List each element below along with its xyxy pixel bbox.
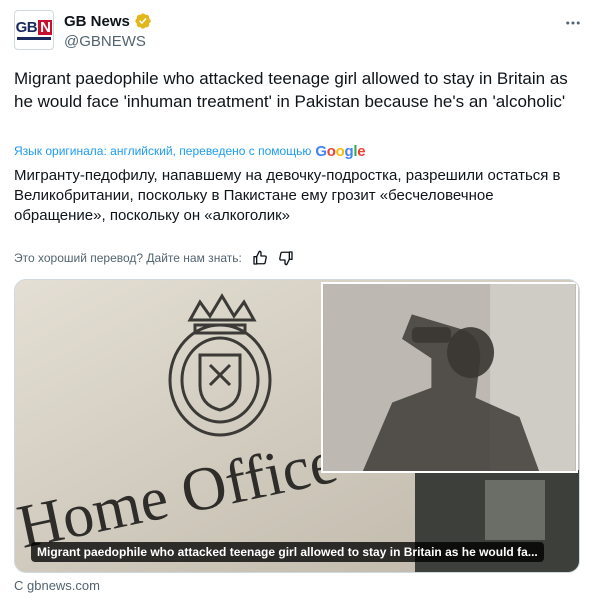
logo-text-gb: GB xyxy=(15,19,38,36)
silhouette-inset-image xyxy=(321,282,578,473)
thumbs-down-icon[interactable] xyxy=(278,250,294,266)
image-caption: Migrant paedophile who attacked teenage … xyxy=(31,542,544,562)
link-source[interactable]: С gbnews.com xyxy=(14,578,100,593)
article-image-card[interactable]: Home Office Migrant paedophile who attac… xyxy=(14,279,580,573)
gb-news-logo: GB N xyxy=(15,16,53,44)
logo-strip xyxy=(17,37,51,40)
google-letter: G xyxy=(315,142,327,160)
google-letter: e xyxy=(357,142,366,160)
verified-badge-icon xyxy=(135,13,151,29)
avatar[interactable]: GB N xyxy=(14,10,54,50)
display-name[interactable]: GB News xyxy=(64,13,130,30)
translation-note-label: Язык оригинала: английский, переведено с… xyxy=(14,144,312,158)
handle[interactable]: @GBNEWS xyxy=(64,33,152,50)
feedback-prompt: Это хороший перевод? Дайте нам знать: xyxy=(14,251,242,265)
tweet-translated-text: Мигранту-педофилу, напавшему на девочку-… xyxy=(14,167,561,224)
more-options-icon[interactable] xyxy=(564,14,582,32)
tweet-original-text: Migrant paedophile who attacked teenage … xyxy=(14,69,568,111)
google-logo: Google xyxy=(315,143,365,160)
author-info: GB News @GBNEWS xyxy=(64,12,152,50)
google-letter: o xyxy=(326,142,336,160)
google-letter: g xyxy=(344,142,354,160)
translation-note[interactable]: Язык оригинала: английский, переведено с… xyxy=(14,142,586,160)
thumbs-up-icon[interactable] xyxy=(252,250,268,266)
tweet-header: GB N GB News @GBNEWS xyxy=(14,10,586,54)
translation-feedback: Это хороший перевод? Дайте нам знать: xyxy=(14,249,294,267)
tweet-card: GB N GB News @GBNEWS Migrant paedophile w… xyxy=(0,0,600,603)
logo-text-n: N xyxy=(38,19,53,36)
